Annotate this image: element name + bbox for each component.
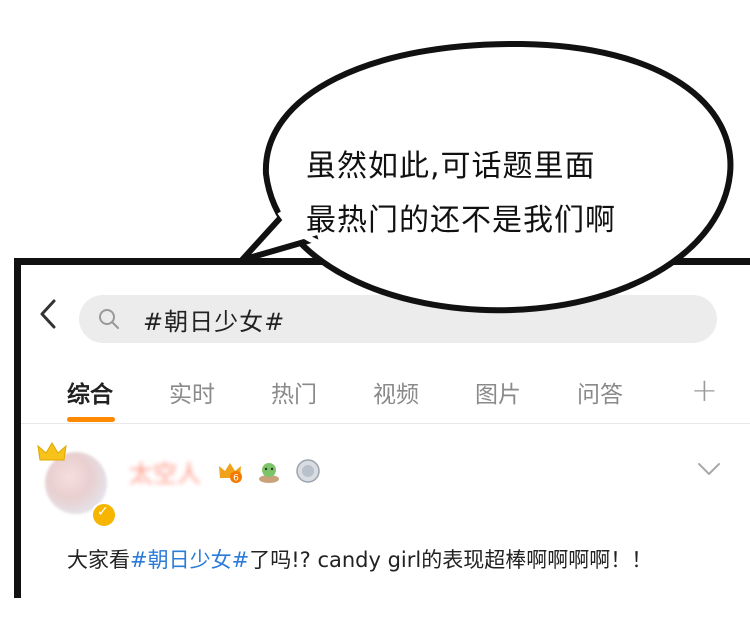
add-tab-icon[interactable]: +: [691, 371, 718, 409]
active-tab-indicator: [67, 417, 115, 422]
plant-badge-icon: [259, 463, 280, 483]
username[interactable]: 太空人: [129, 454, 201, 489]
chevron-down-icon[interactable]: [697, 462, 721, 476]
user-badges: 6: [217, 458, 329, 484]
tab-realtime[interactable]: 实时: [169, 375, 215, 409]
back-icon[interactable]: [39, 299, 57, 329]
level-crown-badge-icon: 6: [219, 463, 242, 484]
medal-badge-icon: [296, 459, 320, 483]
post-hashtag[interactable]: #朝日少女#: [130, 548, 249, 572]
search-icon: [99, 309, 119, 329]
tab-video[interactable]: 视频: [373, 375, 419, 409]
speech-bubble-text: 虽然如此,可话题里面 最热门的还不是我们啊: [306, 140, 616, 248]
tab-comprehensive[interactable]: 综合: [67, 375, 113, 409]
verified-badge-icon: [91, 502, 117, 528]
post-text: 大家看#朝日少女#了吗!? candy girl的表现超棒啊啊啊啊！！: [67, 544, 652, 574]
tab-hot[interactable]: 热门: [271, 375, 317, 409]
post-text-after: 了吗!? candy girl的表现超棒啊啊啊啊！！: [249, 548, 653, 572]
speech-line-2: 最热门的还不是我们啊: [306, 203, 616, 238]
tab-images[interactable]: 图片: [475, 375, 521, 409]
post-text-before: 大家看: [67, 548, 130, 572]
post-card: 太空人 6 大家看#朝日少女#了吗!? candy girl的表现超棒啊啊啊啊！…: [21, 424, 750, 624]
tab-qa[interactable]: 问答: [577, 375, 623, 409]
tab-bar: 综合 实时 热门 视频 图片 问答 +: [21, 357, 750, 424]
badge-level: 6: [233, 474, 239, 484]
crown-icon: [37, 442, 67, 461]
speech-line-1: 虽然如此,可话题里面: [306, 149, 596, 184]
